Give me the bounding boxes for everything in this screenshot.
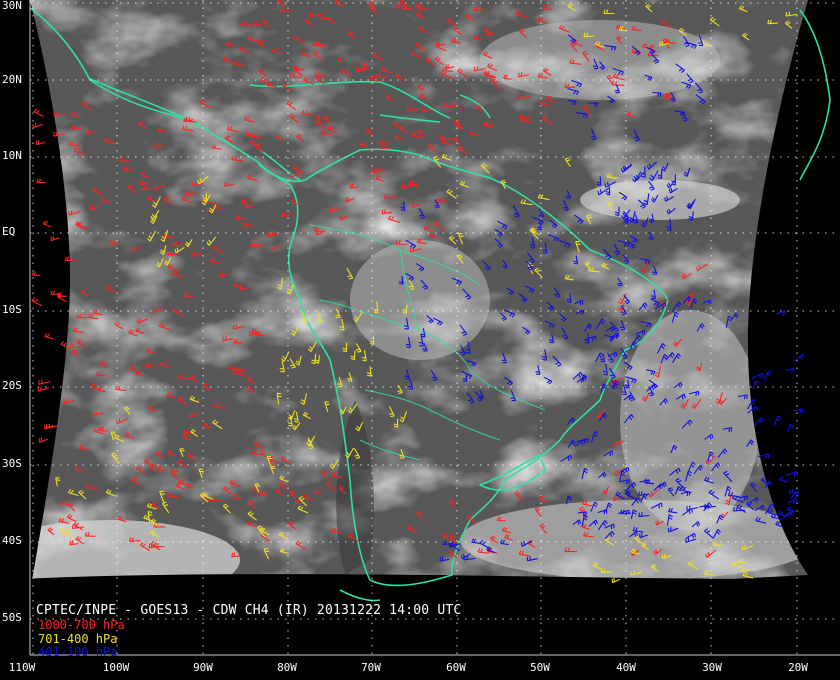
satellite-map <box>0 0 840 680</box>
wind-barb <box>751 372 764 379</box>
wind-barb <box>787 497 798 505</box>
wind-barb <box>753 417 764 427</box>
lat-label-30s: 30S <box>2 457 22 470</box>
lon-label-80w: 80W <box>277 661 297 674</box>
lat-label-20n: 20N <box>2 73 22 86</box>
lat-label-10s: 10S <box>2 303 22 316</box>
wind-barb <box>763 370 772 382</box>
wind-barb <box>787 423 795 434</box>
wind-barb <box>42 220 52 228</box>
wind-barb <box>36 178 47 184</box>
wind-barb <box>50 290 61 295</box>
lon-label-30w: 30W <box>702 661 722 674</box>
wind-barb <box>37 386 49 392</box>
wind-barb <box>56 293 67 303</box>
wind-barb <box>38 379 51 385</box>
wind-barb <box>44 333 55 340</box>
lat-label-30n: 30N <box>2 0 22 12</box>
lat-label-40s: 40S <box>2 534 22 547</box>
wind-barb <box>50 235 60 242</box>
wind-barb <box>776 310 786 316</box>
wind-barb <box>35 139 46 146</box>
legend-low-level: 1000-700 hPa <box>38 618 125 632</box>
product-caption: CPTEC/INPE - GOES13 - CDW CH4 (IR) 20131… <box>36 603 462 618</box>
wind-barb <box>778 476 788 483</box>
wind-barb <box>793 408 804 414</box>
wind-barb <box>31 271 41 277</box>
lon-label-20w: 20W <box>788 661 808 674</box>
lon-label-40w: 40W <box>616 661 636 674</box>
wind-barb <box>793 353 805 363</box>
lat-label-50s: 50S <box>2 611 22 624</box>
lat-label-10n: 10N <box>2 149 22 162</box>
wind-barb <box>786 368 795 374</box>
wind-barb <box>773 415 782 427</box>
wind-barb <box>32 122 43 129</box>
lon-label-70w: 70W <box>361 661 381 674</box>
wind-barb <box>33 108 44 117</box>
lon-label-60w: 60W <box>446 661 466 674</box>
wind-barb <box>788 488 800 494</box>
wind-barb <box>31 297 43 307</box>
lon-label-50w: 50W <box>530 661 550 674</box>
legend-mid-level: 701-400 hPa <box>38 632 118 646</box>
lon-label-110w: 110W <box>8 661 36 674</box>
wind-barb <box>786 506 797 513</box>
lat-label-20s: 20S <box>2 379 22 392</box>
lon-label-90w: 90W <box>193 661 213 674</box>
lat-label-eq: EQ <box>2 225 16 238</box>
legend-high-level: 401-100 hPa <box>38 645 118 659</box>
lon-label-100w: 100W <box>102 661 130 674</box>
wind-barb <box>38 437 49 443</box>
wind-barb <box>786 471 798 477</box>
wind-barb <box>777 510 788 517</box>
